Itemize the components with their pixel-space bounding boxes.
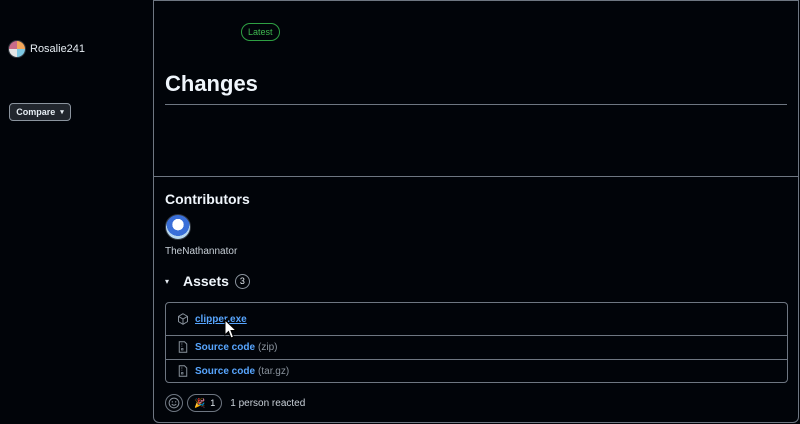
user-avatar[interactable] — [8, 40, 26, 58]
asset-row[interactable]: Source code (tar.gz) — [166, 359, 787, 383]
smiley-icon — [168, 397, 180, 409]
reaction-summary: 1 person reacted — [230, 397, 306, 409]
file-zip-icon — [177, 341, 189, 353]
reactions-bar: 🎉 1 1 person reacted — [165, 394, 305, 412]
asset-row[interactable]: Source code (zip) — [166, 335, 787, 360]
triangle-down-icon[interactable]: ▾ — [165, 277, 183, 286]
asset-link[interactable]: Source code — [195, 366, 255, 377]
chevron-down-icon: ▾ — [60, 109, 64, 116]
title-divider — [165, 104, 787, 105]
tada-icon: 🎉 — [194, 397, 206, 408]
asset-row[interactable]: clipper.exe — [166, 303, 787, 339]
assets-heading[interactable]: Assets — [183, 273, 229, 289]
assets-list: clipper.exe Source code (zip) Source cod… — [165, 302, 788, 383]
username[interactable]: Rosalie241 — [30, 43, 85, 55]
asset-link[interactable]: clipper.exe — [195, 314, 247, 325]
asset-link[interactable]: Source code — [195, 342, 255, 353]
compare-button[interactable]: Compare ▾ — [9, 103, 71, 121]
package-icon — [177, 313, 189, 325]
asset-extension[interactable]: (zip) — [258, 342, 277, 353]
file-zip-icon — [177, 365, 189, 377]
contributor-avatar[interactable] — [165, 214, 191, 240]
release-title: Changes — [165, 71, 258, 96]
section-divider — [154, 176, 798, 177]
assets-header[interactable]: ▾ Assets 3 — [165, 273, 250, 289]
asset-extension[interactable]: (tar.gz) — [258, 366, 289, 377]
reaction-count: 1 — [210, 398, 216, 408]
compare-label: Compare — [16, 107, 56, 117]
assets-count-badge: 3 — [234, 273, 250, 289]
latest-badge: Latest — [241, 23, 280, 41]
tada-reaction-button[interactable]: 🎉 1 — [187, 394, 223, 412]
contributor-name[interactable]: TheNathannator — [165, 246, 237, 257]
add-reaction-button[interactable] — [165, 394, 183, 412]
user-info[interactable]: Rosalie241 — [8, 40, 85, 58]
contributors-heading: Contributors — [165, 191, 250, 207]
release-panel: Latest Changes Contributors TheNathannat… — [153, 0, 799, 423]
